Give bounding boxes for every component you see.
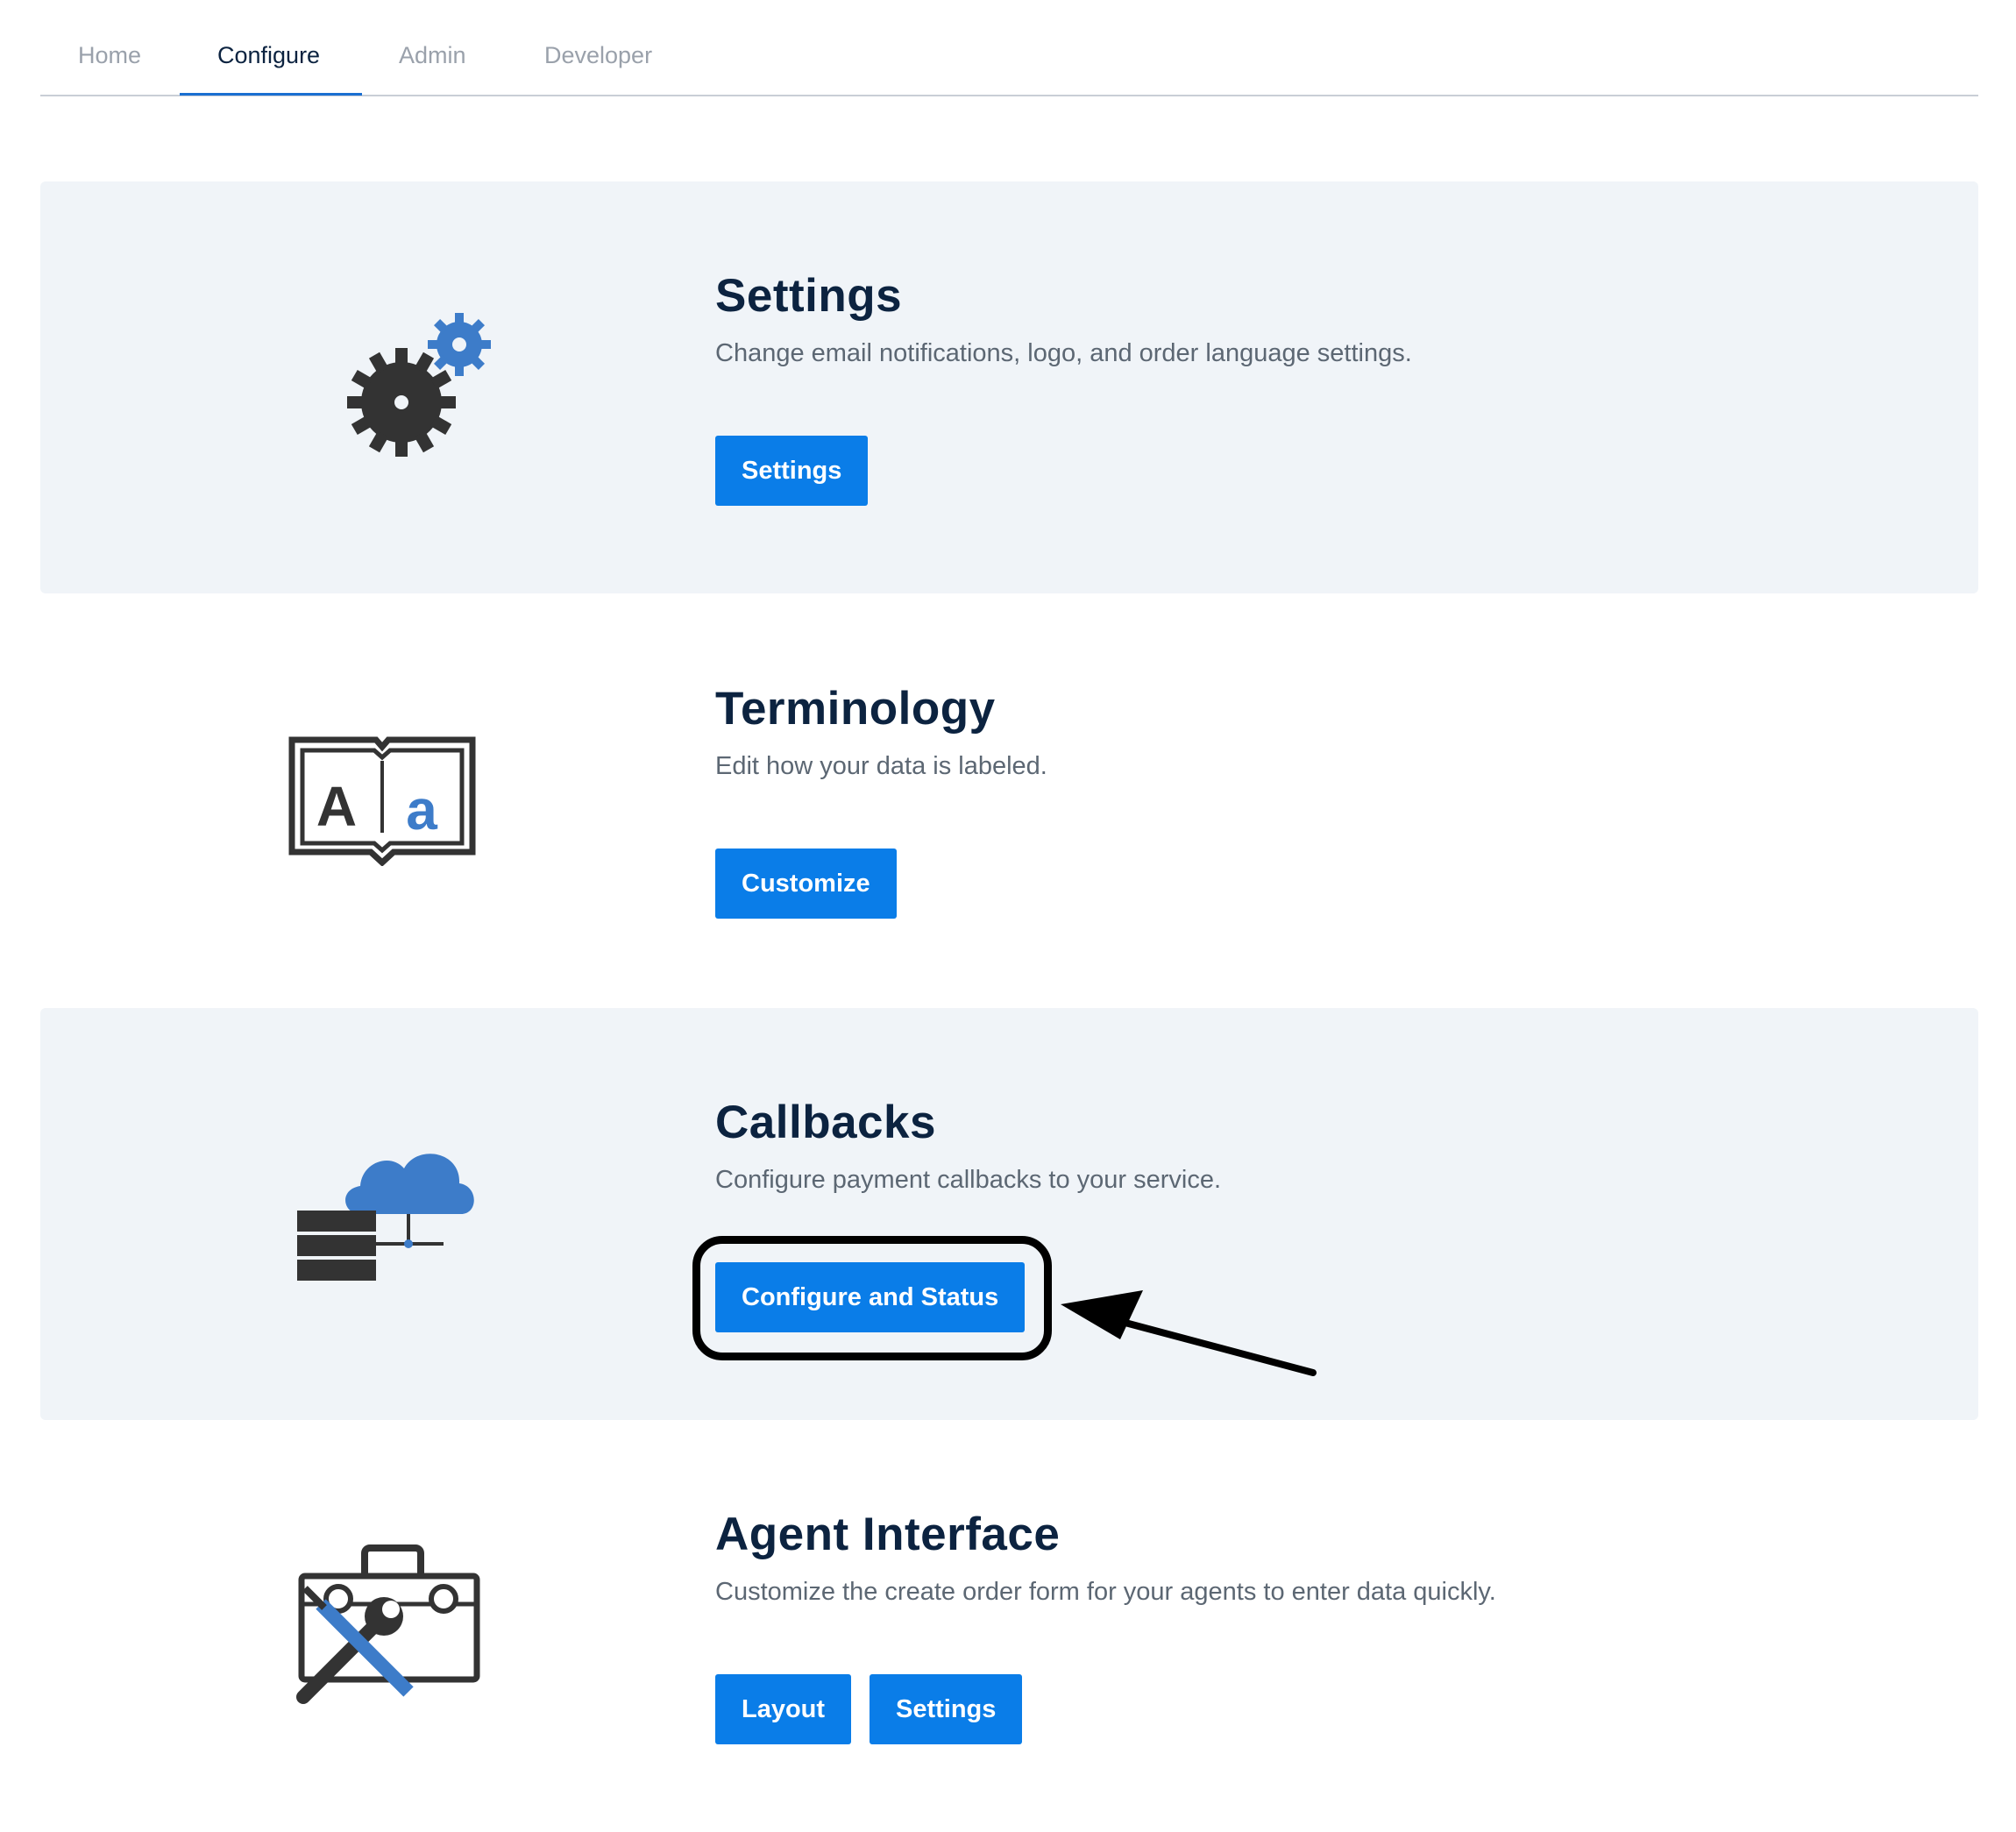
layout-button[interactable]: Layout [715,1674,852,1744]
customize-button[interactable]: Customize [715,849,897,919]
toolbox-icon [296,1544,480,1704]
book-letter-a: A [316,775,357,838]
terminology-title: Terminology [715,683,996,735]
book-letter-a-lower: a [406,778,437,841]
settings-card: Settings Change email notifications, log… [40,181,1978,593]
book-icon: A a [288,736,476,866]
tab-admin[interactable]: Admin [399,42,466,69]
tab-home[interactable]: Home [78,42,141,69]
callbacks-title: Callbacks [715,1097,936,1148]
nav-tabs: Home Configure Admin Developer [40,0,1978,96]
arrow-annotation-icon [1061,1290,1317,1376]
terminology-description: Edit how your data is labeled. [715,752,1047,780]
terminology-card: A a Terminology Edit how your data is la… [40,594,1978,1006]
active-tab-indicator [180,93,362,96]
callbacks-description: Configure payment callbacks to your serv… [715,1166,1222,1194]
settings-description: Change email notifications, logo, and or… [715,339,1412,367]
tab-configure[interactable]: Configure [217,42,320,69]
tab-developer[interactable]: Developer [544,42,652,69]
gears-icon [347,313,491,457]
agent-interface-title: Agent Interface [715,1509,1061,1560]
settings-title: Settings [715,270,903,322]
agent-interface-description: Customize the create order form for your… [715,1578,1496,1606]
server-cloud-icon [297,1154,474,1281]
highlight-annotation [692,1236,1052,1360]
settings-button[interactable]: Settings [715,436,869,506]
agent-interface-card: Agent Interface Customize the create ord… [40,1420,1978,1832]
agent-settings-button[interactable]: Settings [870,1674,1023,1744]
